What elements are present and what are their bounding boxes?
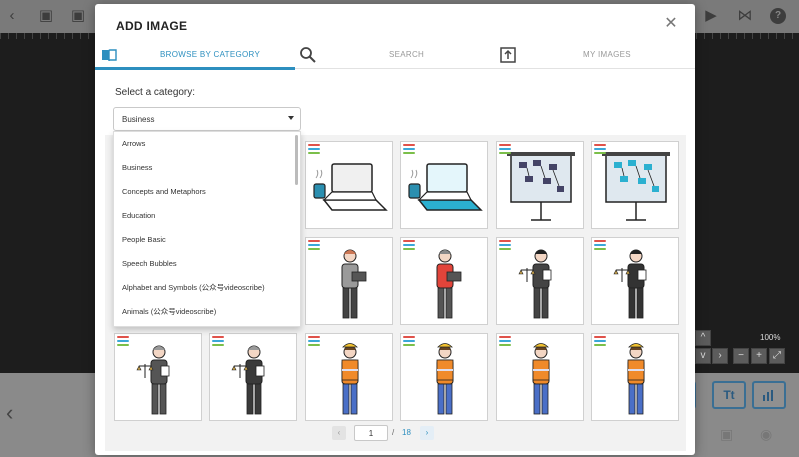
layers-icon	[594, 144, 606, 154]
image-tile[interactable]	[591, 237, 679, 325]
chart-tool-button[interactable]	[752, 381, 786, 409]
dialog-tabs: BROWSE BY CATEGORY SEARCH MY IMAGES	[95, 44, 695, 70]
category-option[interactable]: People Basic	[114, 228, 300, 252]
add-image-dialog: ADD IMAGE ✕ BROWSE BY CATEGORY SEARCH MY…	[95, 4, 695, 455]
selected-category: Business	[122, 115, 155, 124]
image-tile[interactable]	[400, 141, 488, 229]
man-justice-scales-gray-image	[231, 345, 265, 415]
dropdown-scrollbar[interactable]	[295, 135, 298, 185]
play-icon[interactable]: ▶	[703, 8, 719, 24]
tab-label: BROWSE BY CATEGORY	[160, 50, 261, 59]
zoom-level: 100%	[760, 333, 781, 342]
layers-icon	[594, 336, 606, 346]
chevron-left-icon[interactable]: ‹	[6, 400, 13, 426]
category-label: Select a category:	[115, 87, 196, 98]
image-tile[interactable]	[591, 333, 679, 421]
chevron-down-icon[interactable]: v	[695, 348, 711, 364]
layers-icon	[308, 144, 320, 154]
woman-laptop-image	[341, 249, 367, 319]
layers-icon	[403, 240, 415, 250]
text-tool-button[interactable]: Tt	[712, 381, 746, 409]
camera-icon[interactable]: ▣	[720, 426, 733, 443]
page-separator: /	[392, 428, 395, 437]
image-tile[interactable]	[114, 333, 202, 421]
man-laptop-red-image	[436, 249, 462, 319]
layers-icon	[403, 336, 415, 346]
layers-icon	[403, 144, 415, 154]
man-justice-scales-image	[613, 249, 647, 319]
image-tile[interactable]	[496, 237, 584, 325]
save-icon[interactable]: ▣	[38, 8, 54, 24]
layers-icon	[212, 336, 224, 346]
image-tile[interactable]	[400, 333, 488, 421]
close-icon[interactable]: ✕	[663, 16, 679, 32]
presentation-board-color-image	[602, 152, 670, 221]
construction-worker-man-2-image	[627, 343, 645, 415]
layers-icon	[308, 240, 320, 250]
category-option[interactable]: Animals (公众号videoscribe)	[114, 300, 300, 324]
laptop-coffee-image	[313, 163, 388, 211]
tab-my-images[interactable]: MY IMAGES	[495, 44, 695, 69]
zoom-in-icon[interactable]: +	[751, 348, 767, 364]
category-option[interactable]: Alphabet and Symbols (公众号videoscribe)	[114, 276, 300, 300]
page-number-input[interactable]	[354, 425, 388, 441]
chevron-right-icon[interactable]: ›	[712, 348, 728, 364]
fit-screen-icon[interactable]: ⤢	[769, 348, 785, 364]
search-icon	[300, 47, 316, 63]
image-tile[interactable]	[305, 237, 393, 325]
category-option[interactable]: Speech Bubbles	[114, 252, 300, 276]
share-icon[interactable]: ⋈	[737, 8, 753, 24]
construction-worker-man-image	[436, 343, 454, 415]
layers-icon	[499, 240, 511, 250]
construction-worker-woman-2-image	[532, 343, 550, 415]
image-tile[interactable]	[496, 333, 584, 421]
woman-justice-scales-image	[518, 249, 552, 319]
construction-worker-woman-image	[341, 343, 359, 415]
woman-justice-scales-gray-image	[136, 345, 170, 415]
image-tile[interactable]	[496, 141, 584, 229]
laptop-coffee-color-image	[408, 163, 483, 211]
image-tile[interactable]	[400, 237, 488, 325]
chevron-right-icon[interactable]: ›	[420, 426, 434, 440]
tab-browse-by-category[interactable]: BROWSE BY CATEGORY	[95, 44, 295, 70]
category-select[interactable]: Business	[113, 107, 301, 131]
chart-icon	[763, 390, 773, 401]
category-option[interactable]: Education	[114, 204, 300, 228]
dialog-title: ADD IMAGE	[116, 19, 188, 33]
category-option[interactable]: Concepts and Metaphors	[114, 180, 300, 204]
category-option[interactable]: Arrows	[114, 132, 300, 156]
zoom-out-icon[interactable]: −	[733, 348, 749, 364]
tab-label: MY IMAGES	[583, 50, 631, 59]
layers-icon	[499, 144, 511, 154]
chevron-left-icon[interactable]: ‹	[332, 426, 346, 440]
layers-icon	[594, 240, 606, 250]
image-tile[interactable]	[591, 141, 679, 229]
image-tile[interactable]	[305, 333, 393, 421]
image-tile[interactable]	[305, 141, 393, 229]
layers-icon	[117, 336, 129, 346]
category-dropdown: Arrows Business Concepts and Metaphors E…	[113, 131, 301, 327]
presentation-board-image	[507, 152, 575, 221]
page-total: 18	[402, 428, 411, 437]
book-icon	[102, 49, 117, 62]
chevron-left-icon[interactable]: ‹	[4, 8, 20, 24]
caret-down-icon	[288, 116, 294, 120]
help-icon[interactable]: ?	[770, 8, 786, 24]
chevron-up-icon[interactable]: ^	[695, 330, 711, 346]
image-tile[interactable]	[209, 333, 297, 421]
save-as-icon[interactable]: ▣	[70, 8, 86, 24]
layers-icon	[308, 336, 320, 346]
tab-search[interactable]: SEARCH	[295, 44, 495, 69]
category-option[interactable]: Business	[114, 156, 300, 180]
upload-icon	[500, 47, 516, 63]
layers-icon	[499, 336, 511, 346]
active-tab-indicator	[95, 67, 295, 70]
tab-label: SEARCH	[389, 50, 425, 59]
hide-icon[interactable]: ◉	[760, 426, 772, 443]
